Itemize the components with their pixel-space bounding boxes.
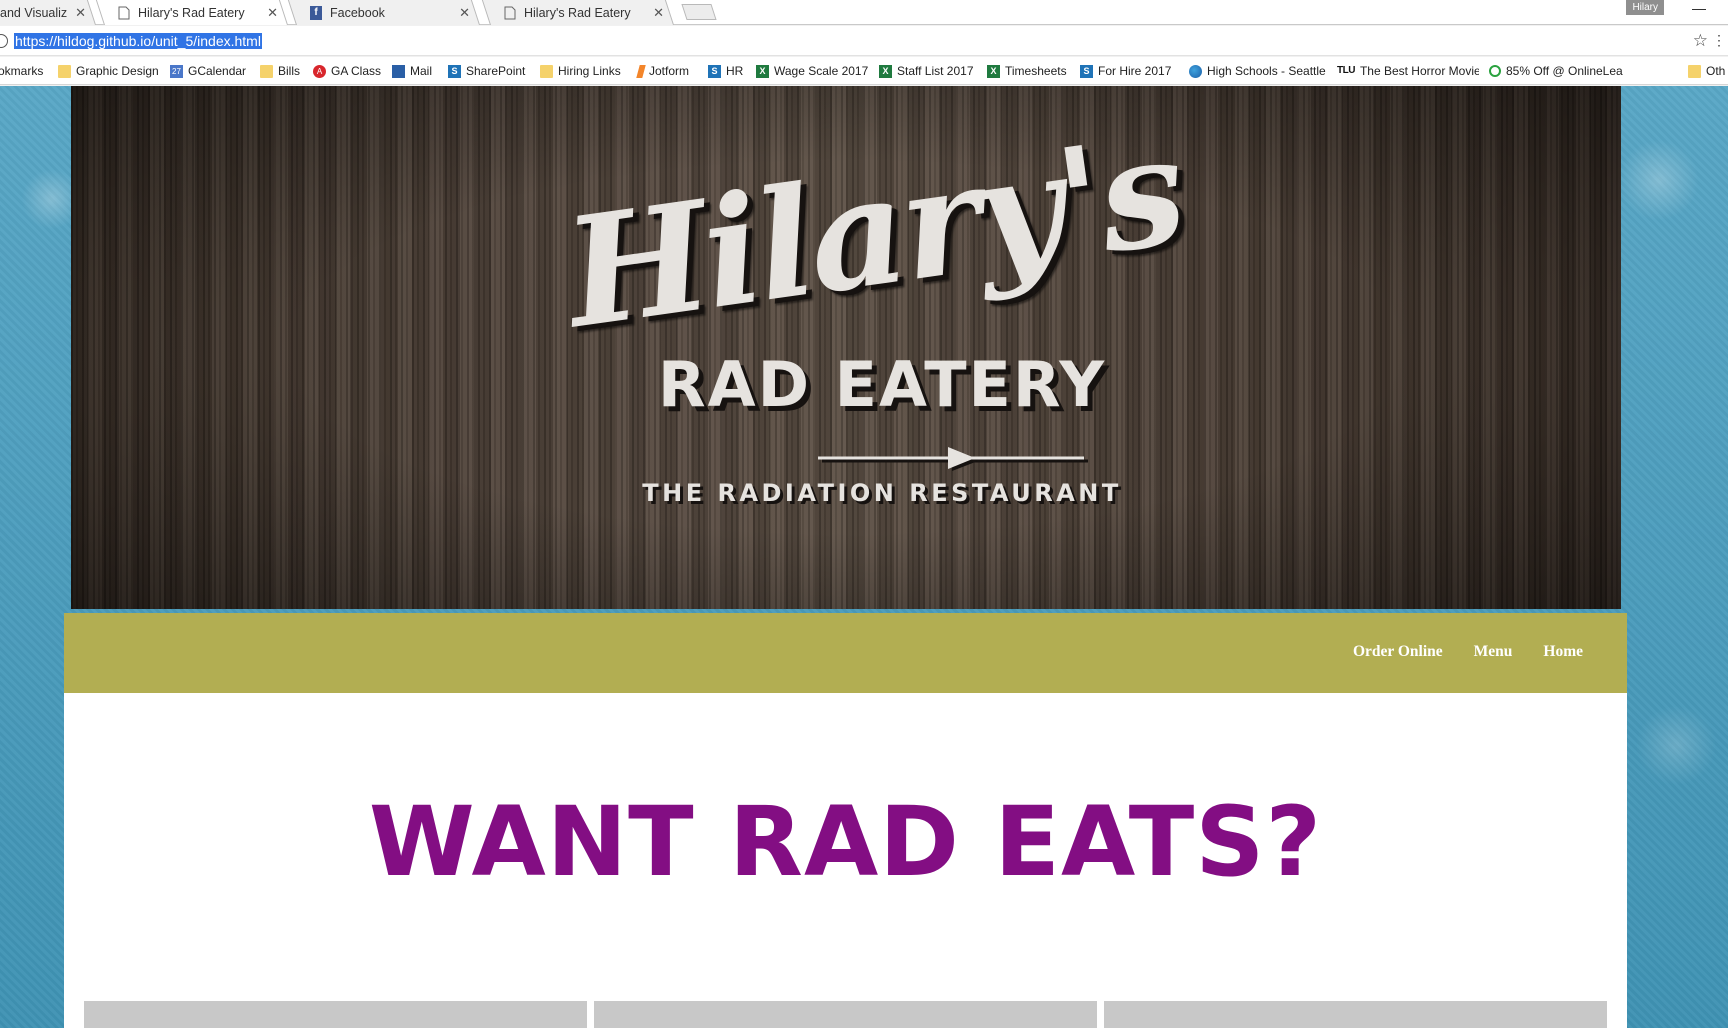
arrow-icon xyxy=(818,447,1088,471)
main-content: WANT RAD EATS? xyxy=(64,693,1627,1028)
bookmark-label: Mail xyxy=(410,64,433,78)
calendar-icon: 27 xyxy=(170,64,183,78)
page-viewport: Hilary's RAD EATERY THE RADIATION RESTAU… xyxy=(0,86,1728,1028)
bookmark-label: Wage Scale 2017 xyxy=(774,64,869,78)
bookmark-high-schools[interactable]: High Schools - Seattle xyxy=(1189,63,1326,79)
bookmark-gcalendar[interactable]: 27 GCalendar xyxy=(170,63,246,79)
close-icon[interactable]: ✕ xyxy=(75,5,86,21)
g-icon xyxy=(1489,65,1501,77)
excel-icon: X xyxy=(879,64,892,78)
bookmark-label: High Schools - Seattle xyxy=(1207,64,1326,78)
info-icon[interactable] xyxy=(0,34,8,48)
bookmark-hiring-links[interactable]: Hiring Links xyxy=(540,63,621,79)
tab-title: Hilary's Rad Eatery xyxy=(524,5,631,20)
bookmark-label: Hiring Links xyxy=(558,64,621,78)
bookmark-bills[interactable]: Bills xyxy=(260,63,300,79)
bookmark-label: okmarks xyxy=(0,64,44,78)
bookmark-other[interactable]: Oth xyxy=(1688,63,1725,79)
excel-icon: X xyxy=(756,64,769,78)
bookmark-label: HR xyxy=(726,64,744,78)
bookmark-label: 85% Off @ OnlineLea xyxy=(1506,64,1623,78)
mail-icon xyxy=(392,64,405,78)
bookmark-label: GCalendar xyxy=(188,64,247,78)
bookmark-hr[interactable]: S HR xyxy=(708,63,743,79)
bookmark-label: Oth xyxy=(1706,64,1726,78)
nav-home[interactable]: Home xyxy=(1543,643,1583,661)
logo-title: RAD EATERY xyxy=(657,348,1107,421)
tlu-icon: TLU xyxy=(1337,64,1355,76)
content-card xyxy=(1104,1001,1607,1028)
bookmark-timesheets[interactable]: X Timesheets xyxy=(987,63,1067,79)
tab-title: Facebook xyxy=(330,5,385,20)
bookmark-label: Timesheets xyxy=(1005,64,1067,78)
bookmark-label: For Hire 2017 xyxy=(1098,64,1172,78)
close-icon[interactable]: ✕ xyxy=(653,5,664,21)
globe-icon xyxy=(1189,64,1202,78)
bookmark-graphic-design[interactable]: Graphic Design xyxy=(58,63,159,79)
bookmark-label: SharePoint xyxy=(466,64,526,78)
folder-icon xyxy=(260,64,273,78)
bookmark-wage-scale[interactable]: X Wage Scale 2017 xyxy=(756,63,868,79)
bookmark-for-hire[interactable]: S For Hire 2017 xyxy=(1080,63,1171,79)
folder-icon xyxy=(1688,64,1701,78)
hero-banner: Hilary's RAD EATERY THE RADIATION RESTAU… xyxy=(71,86,1621,609)
tab-title: and Visualiz xyxy=(0,5,68,20)
ga-icon: A xyxy=(313,64,326,78)
tab-hilarys-rad-eatery-active[interactable]: Hilary's Rad Eatery ✕ xyxy=(95,0,288,25)
folder-icon xyxy=(58,64,71,78)
jotform-icon xyxy=(636,64,646,78)
bookmark-label: Graphic Design xyxy=(76,64,159,78)
bookmark-bookmarks[interactable]: okmarks xyxy=(0,63,43,79)
sharepoint-icon: S xyxy=(448,64,461,78)
minimize-icon[interactable]: — xyxy=(1692,0,1706,16)
profile-button[interactable]: Hilary xyxy=(1626,0,1664,15)
bookmark-horror-movie[interactable]: TLU The Best Horror Movie xyxy=(1337,63,1479,79)
tab-facebook[interactable]: f Facebook ✕ xyxy=(287,0,480,25)
tab-title: Hilary's Rad Eatery xyxy=(138,5,245,20)
page-icon xyxy=(118,6,130,19)
nav-bar: Order Online Menu Home xyxy=(64,613,1627,693)
bookmarks-bar: okmarks Graphic Design 27 GCalendar Bills… xyxy=(0,57,1728,85)
nav-menu[interactable]: Menu xyxy=(1474,643,1513,661)
tab-hilarys-rad-eatery[interactable]: Hilary's Rad Eatery ✕ xyxy=(481,0,674,25)
logo-tagline: THE RADIATION RESTAURANT xyxy=(642,479,1122,507)
content-card xyxy=(594,1001,1097,1028)
bookmark-online-learning[interactable]: 85% Off @ OnlineLea xyxy=(1489,63,1625,79)
nav-links: Order Online Menu Home xyxy=(1353,643,1583,661)
bookmark-label: The Best Horror Movie xyxy=(1359,64,1479,78)
star-icon[interactable]: ☆ xyxy=(1693,31,1708,51)
address-bar: https://hildog.github.io/unit_5/index.ht… xyxy=(0,26,1728,56)
facebook-icon: f xyxy=(310,5,322,20)
nav-order-online[interactable]: Order Online xyxy=(1353,643,1443,661)
bookmark-sharepoint[interactable]: S SharePoint xyxy=(448,63,525,79)
sharepoint-icon: S xyxy=(708,64,721,78)
bookmark-ga-class[interactable]: A GA Class xyxy=(313,63,381,79)
excel-icon: X xyxy=(987,64,1000,78)
bookmark-label: GA Class xyxy=(331,64,382,78)
bookmark-label: Staff List 2017 xyxy=(897,64,974,78)
bookmark-label: Bills xyxy=(278,64,301,78)
bookmark-jotform[interactable]: Jotform xyxy=(636,63,690,79)
bookmark-mail[interactable]: Mail xyxy=(392,63,432,79)
page-headline: WANT RAD EATS? xyxy=(368,786,1323,898)
sharepoint-icon: S xyxy=(1080,64,1093,78)
folder-icon xyxy=(540,64,553,78)
url-text: https://hildog.github.io/unit_5/index.ht… xyxy=(14,33,262,49)
close-icon[interactable]: ✕ xyxy=(267,5,278,21)
bookmark-label: Jotform xyxy=(649,64,690,78)
url-input[interactable]: https://hildog.github.io/unit_5/index.ht… xyxy=(14,33,262,49)
menu-icon[interactable]: ⋮ xyxy=(1712,32,1726,49)
close-icon[interactable]: ✕ xyxy=(459,5,470,21)
tab-strip: and Visualiz ✕ Hilary's Rad Eatery ✕ f F… xyxy=(0,0,1728,25)
tab-visualization[interactable]: and Visualiz ✕ xyxy=(0,0,96,25)
new-tab-button[interactable] xyxy=(681,4,717,20)
page-icon xyxy=(504,6,516,19)
content-card xyxy=(84,1001,587,1028)
bookmark-staff-list[interactable]: X Staff List 2017 xyxy=(879,63,974,79)
